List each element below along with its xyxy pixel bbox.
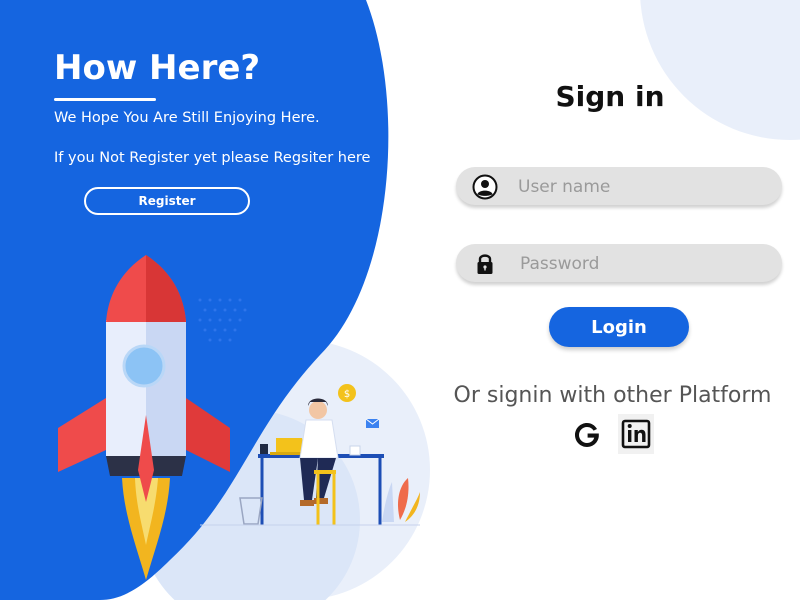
title-underline [54,98,156,101]
hero-subtitle: We Hope You Are Still Enjoying Here. [54,110,320,126]
background-illustration: $ [0,0,800,600]
register-button[interactable]: Register [84,187,250,215]
username-input[interactable] [516,167,770,207]
user-icon [472,174,498,200]
svg-text:$: $ [344,389,350,400]
decorative-circle [640,0,800,140]
alt-signin-text: Or signin with other Platform [453,383,772,408]
signin-title: Sign in [555,80,665,113]
linkedin-icon[interactable] [618,414,654,454]
username-field[interactable] [456,167,782,207]
register-prompt: If you Not Register yet please Regsiter … [54,150,371,166]
google-icon[interactable] [570,418,604,452]
password-field[interactable] [456,244,782,284]
login-button[interactable]: Login [549,307,689,347]
hero-title: How Here? [54,48,261,88]
password-input[interactable] [518,244,772,284]
lock-icon [477,254,493,274]
